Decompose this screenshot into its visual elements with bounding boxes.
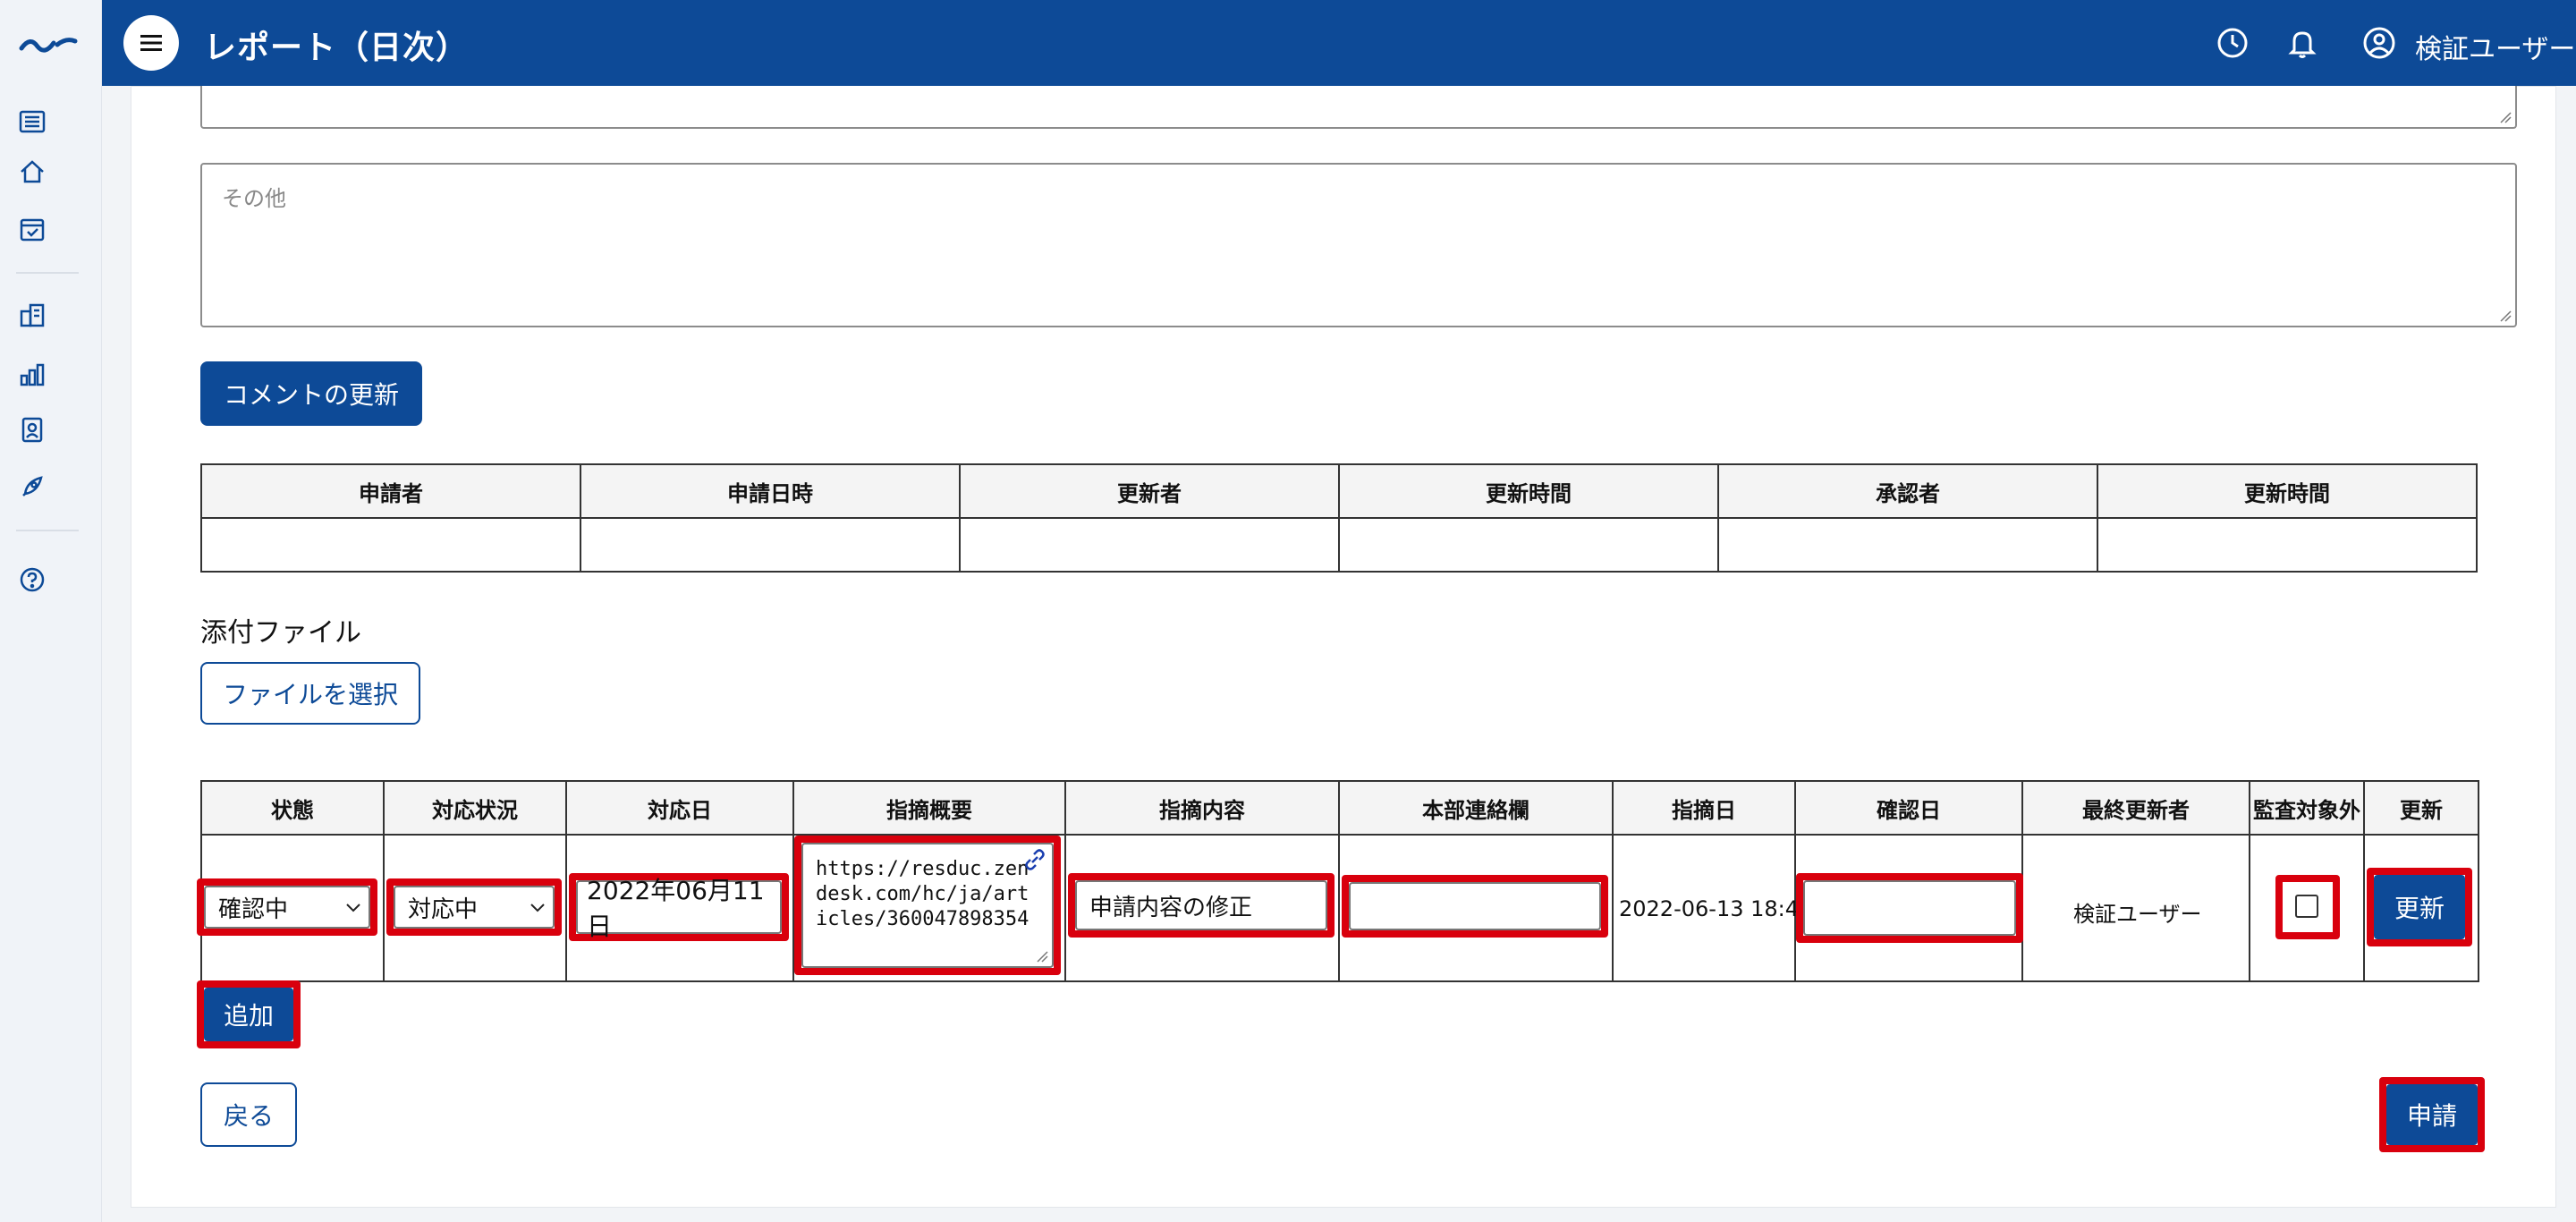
table-cell: [200, 517, 581, 573]
col-applied-at: 申請日時: [580, 463, 961, 519]
history-header-row: 申請者 申請日時 更新者 更新時間 承認者 更新時間: [200, 463, 2478, 519]
app-header: レポート（日次） 検証ユーザー: [102, 0, 2576, 86]
link-icon[interactable]: [1023, 848, 1046, 871]
add-button[interactable]: 追加: [204, 988, 293, 1041]
col-summary: 指摘概要: [792, 780, 1066, 836]
col-detail: 指摘内容: [1064, 780, 1340, 836]
sidebar-divider: [16, 272, 79, 274]
col-applicant: 申請者: [200, 463, 581, 519]
col-updated-at: 更新時間: [1338, 463, 1719, 519]
attachments-label: 添付ファイル: [200, 617, 361, 649]
row-update-button[interactable]: 更新: [2374, 875, 2465, 939]
confirmed-date-input[interactable]: [1803, 880, 2016, 936]
history-row: [200, 517, 2478, 573]
col-issued-at: 指摘日: [1612, 780, 1796, 836]
col-last-updater: 最終更新者: [2021, 780, 2250, 836]
table-cell: [1717, 517, 2098, 573]
resize-grip-icon: [2500, 112, 2512, 123]
summary-textarea[interactable]: https://resduc.zen desk.com/hc/ja/art ic…: [801, 843, 1054, 968]
table-cell: [580, 517, 961, 573]
table-cell: [1338, 517, 1719, 573]
issues-header-row: 状態 対応状況 対応日 指摘概要 指摘内容 本部連絡欄 指摘日 確認日 最終更新…: [200, 780, 2479, 836]
building-icon[interactable]: [16, 299, 48, 331]
col-updated-at-2: 更新時間: [2097, 463, 2478, 519]
choose-file-button[interactable]: ファイルを選択: [200, 662, 420, 725]
user-circle-icon[interactable]: [2361, 25, 2397, 61]
sidebar-divider: [16, 530, 79, 531]
apply-button[interactable]: 申請: [2386, 1084, 2478, 1145]
history-clock-icon[interactable]: [2215, 25, 2250, 61]
summary-line: icles/360047898354: [816, 908, 1030, 930]
col-audit-excluded: 監査対象外: [2249, 780, 2365, 836]
col-status: 状態: [200, 780, 385, 836]
audit-excluded-checkbox[interactable]: [2295, 895, 2318, 918]
col-progress: 対応状況: [383, 780, 567, 836]
col-update: 更新: [2363, 780, 2479, 836]
col-hq-note: 本部連絡欄: [1338, 780, 1614, 836]
status-select[interactable]: 確認中: [204, 886, 370, 929]
update-comment-button[interactable]: コメントの更新: [200, 361, 422, 426]
comment-textarea[interactable]: [200, 86, 2517, 129]
id-badge-icon[interactable]: [16, 413, 48, 446]
status-select-value: 確認中: [218, 895, 289, 923]
last-updater-text: 検証ユーザー: [2073, 902, 2202, 927]
hq-note-textarea[interactable]: [1349, 882, 1601, 930]
history-table: 申請者 申請日時 更新者 更新時間 承認者 更新時間: [200, 463, 2478, 573]
summary-line: desk.com/hc/ja/art: [816, 883, 1030, 905]
bell-icon[interactable]: [2284, 25, 2320, 61]
home-icon[interactable]: [16, 156, 48, 188]
other-textarea[interactable]: その他: [200, 163, 2517, 327]
sidebar: [0, 0, 102, 1222]
table-cell: [959, 517, 1340, 573]
resize-grip-icon: [2500, 310, 2512, 322]
col-approver: 承認者: [1717, 463, 2098, 519]
list-icon[interactable]: [16, 106, 48, 138]
chevron-down-icon: [530, 904, 545, 912]
hamburger-icon: [140, 35, 162, 51]
table-cell: [2097, 517, 2478, 573]
summary-line: https://resduc.zen: [816, 858, 1030, 880]
col-response-date: 対応日: [565, 780, 794, 836]
rocket-icon[interactable]: [16, 471, 48, 503]
help-icon[interactable]: [16, 564, 48, 596]
col-confirmed-date: 確認日: [1794, 780, 2023, 836]
issued-at-text: 2022-06-13 18:43: [1619, 896, 1813, 921]
calendar-check-icon[interactable]: [16, 213, 48, 245]
detail-textarea[interactable]: 申請内容の修正: [1075, 880, 1327, 930]
progress-select[interactable]: 対応中: [394, 886, 555, 929]
user-name[interactable]: 検証ユーザー: [2415, 27, 2575, 66]
page-title: レポート（日次）: [204, 30, 470, 66]
col-updater: 更新者: [959, 463, 1340, 519]
chevron-down-icon: [346, 904, 360, 912]
other-placeholder: その他: [222, 186, 286, 211]
resize-grip-icon: [1037, 951, 1048, 963]
response-date-input[interactable]: 2022年06月11日: [576, 876, 782, 941]
logo-icon[interactable]: [18, 25, 80, 61]
bar-chart-icon[interactable]: [16, 358, 48, 390]
menu-button[interactable]: [123, 15, 179, 71]
back-button[interactable]: 戻る: [200, 1082, 297, 1147]
progress-select-value: 対応中: [408, 895, 479, 923]
